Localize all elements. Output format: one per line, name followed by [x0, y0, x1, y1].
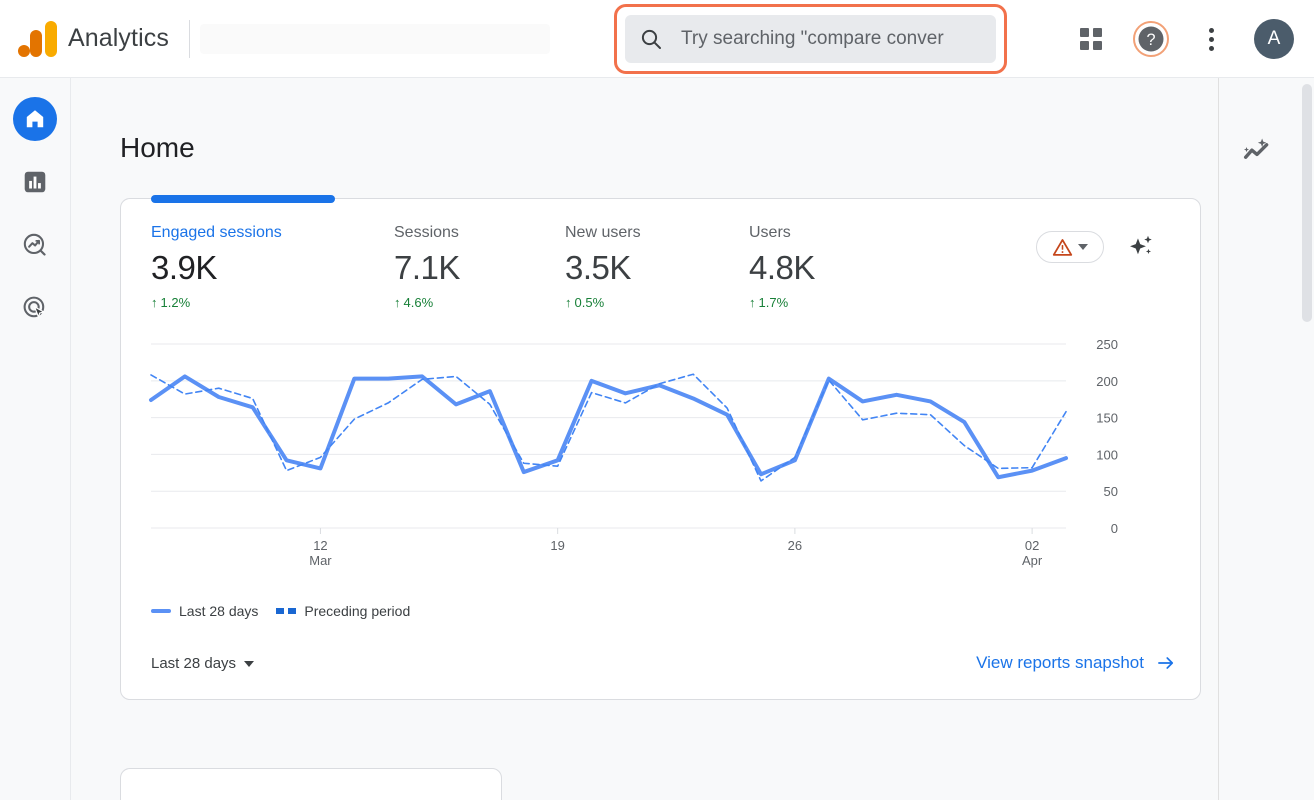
- vertical-scrollbar[interactable]: [1302, 84, 1312, 322]
- data-quality-alert-chip[interactable]: [1036, 231, 1104, 263]
- ai-insights-button[interactable]: [1124, 230, 1158, 264]
- x-axis-tick-label: 26: [788, 538, 802, 553]
- line-chart-svg: 0 50 100 150 200 250 12Mar 19 26 02Apr: [149, 337, 1118, 568]
- apps-grid-icon: [1080, 28, 1102, 50]
- ai-sparkle-icon: [1130, 235, 1152, 255]
- insights-rail: [1218, 78, 1290, 800]
- legend-item-preceding[interactable]: Preceding period: [276, 603, 410, 619]
- metrics-row: Engaged sessions 3.9K ↑ 1.2% Sessions 7.…: [121, 224, 1200, 320]
- card-footer: Last 28 days View reports snapshot: [121, 651, 1200, 685]
- legend-label: Preceding period: [304, 603, 411, 619]
- brand-title: Analytics: [68, 24, 169, 52]
- metrics-line-chart[interactable]: 0 50 100 150 200 250 12 Mar 19 26 02 Apr: [121, 325, 1200, 585]
- legend-label: Last 28 days: [179, 603, 259, 619]
- snapshot-link-label: View reports snapshot: [976, 653, 1144, 672]
- legend-dashed-line-icon: [276, 608, 297, 614]
- search-input[interactable]: Try searching "compare conver: [681, 28, 944, 50]
- metric-delta: ↑ 1.7%: [749, 295, 815, 310]
- metric-value: 7.1K: [394, 249, 460, 286]
- metric-label: Engaged sessions: [151, 224, 282, 241]
- trend-up-icon: ↑: [749, 295, 756, 310]
- x-axis-tick-label: Apr: [1022, 553, 1043, 568]
- active-metric-indicator: [151, 195, 335, 203]
- account-selector-placeholder[interactable]: [199, 23, 550, 54]
- google-analytics-logo[interactable]: [16, 19, 60, 59]
- apps-grid-button[interactable]: [1074, 22, 1108, 56]
- x-axis-tick-label: Mar: [309, 553, 332, 568]
- metric-value: 3.5K: [565, 249, 631, 286]
- date-range-label: Last 28 days: [151, 655, 237, 672]
- kebab-menu-icon: [1208, 27, 1214, 51]
- legend-solid-line-icon: [151, 609, 171, 613]
- metric-engaged-sessions[interactable]: Engaged sessions 3.9K ↑ 1.2%: [151, 224, 282, 310]
- y-axis-tick-label: 250: [1096, 337, 1118, 352]
- y-axis-tick-label: 50: [1104, 484, 1118, 499]
- warning-triangle-icon: [1052, 238, 1073, 256]
- x-axis-tick-label: 12: [313, 538, 327, 553]
- search-icon: [641, 29, 661, 49]
- top-bar-actions: ? A: [1074, 0, 1294, 78]
- analytics-home-page: Analytics Try searching "compare conver …: [0, 0, 1314, 800]
- ga-logo-icon: [18, 20, 57, 57]
- metric-delta-value: 4.6%: [403, 295, 434, 310]
- metric-value: 4.8K: [749, 249, 815, 286]
- more-options-button[interactable]: [1194, 22, 1228, 56]
- chart-legend: Last 28 days Preceding period: [151, 603, 410, 619]
- sidebar-item-explore[interactable]: [13, 223, 57, 267]
- y-axis-tick-label: 100: [1096, 447, 1118, 462]
- sidebar-item-home[interactable]: [13, 97, 57, 141]
- chevron-down-icon: [1078, 244, 1088, 250]
- search-focus-ring: Try searching "compare conver: [614, 4, 1007, 74]
- sidebar-item-reports[interactable]: [13, 160, 57, 204]
- chart-series-dashed: [150, 373, 1067, 482]
- overview-card: Engaged sessions 3.9K ↑ 1.2% Sessions 7.…: [120, 195, 1201, 700]
- y-axis-tick-label: 150: [1096, 411, 1118, 426]
- y-axis-tick-label: 0: [1111, 521, 1118, 536]
- sidebar-item-advertising[interactable]: [13, 286, 57, 330]
- explore-trending-icon: [23, 233, 46, 256]
- view-reports-snapshot-link[interactable]: View reports snapshot: [976, 653, 1176, 673]
- home-icon: [26, 110, 44, 128]
- trend-up-icon: ↑: [565, 295, 572, 310]
- metric-label: New users: [565, 224, 641, 241]
- arrow-right-icon: [1158, 657, 1174, 669]
- metric-delta-value: 0.5%: [574, 295, 605, 310]
- main-content: Home Engaged sessions 3.9K ↑ 1.2% Sessio…: [71, 78, 1314, 800]
- date-range-selector[interactable]: Last 28 days: [151, 655, 255, 672]
- bar-chart-icon: [24, 171, 46, 193]
- search-input-container[interactable]: Try searching "compare conver: [625, 15, 996, 63]
- trend-up-icon: ↑: [394, 295, 401, 310]
- metric-delta-value: 1.2%: [160, 295, 191, 310]
- legend-item-current[interactable]: Last 28 days: [151, 603, 258, 619]
- chevron-down-icon: [244, 660, 255, 667]
- brand-divider: [188, 19, 190, 58]
- account-avatar[interactable]: A: [1254, 19, 1294, 59]
- metric-sessions[interactable]: Sessions 7.1K ↑ 4.6%: [394, 224, 460, 310]
- help-button[interactable]: ?: [1133, 21, 1169, 57]
- metric-delta: ↑ 1.2%: [151, 295, 282, 310]
- metric-label: Sessions: [394, 224, 459, 241]
- advertising-target-icon: [23, 296, 46, 320]
- metric-users[interactable]: Users 4.8K ↑ 1.7%: [749, 224, 815, 310]
- x-axis-tick-label: 02: [1025, 538, 1039, 553]
- metric-delta-value: 1.7%: [758, 295, 789, 310]
- metric-delta: ↑ 0.5%: [565, 295, 641, 310]
- chart-series-solid: [149, 374, 1068, 480]
- trend-up-icon: ↑: [151, 295, 158, 310]
- metric-delta: ↑ 4.6%: [394, 295, 460, 310]
- metric-value: 3.9K: [151, 249, 217, 286]
- y-axis-tick-label: 200: [1096, 374, 1118, 389]
- page-title: Home: [120, 132, 195, 163]
- secondary-card: [120, 768, 502, 800]
- insights-sparkline-icon: [1243, 138, 1269, 159]
- x-axis-tick-label: 19: [550, 538, 564, 553]
- left-navigation-rail: [0, 78, 71, 800]
- help-focus-ring: [1133, 21, 1169, 57]
- metric-new-users[interactable]: New users 3.5K ↑ 0.5%: [565, 224, 641, 310]
- metric-label: Users: [749, 224, 791, 241]
- insights-button[interactable]: [1237, 131, 1277, 171]
